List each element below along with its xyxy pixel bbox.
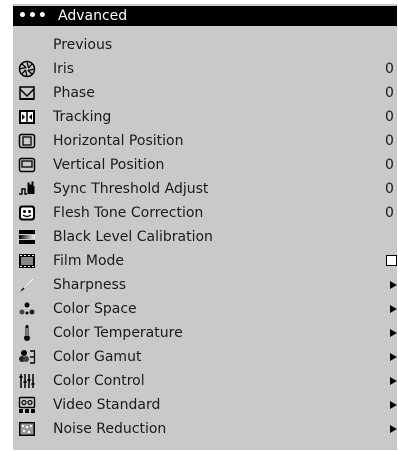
menu-item-flesh-tone-correction[interactable]: Flesh Tone Correction 0 (13, 201, 397, 225)
video-standard-icon (18, 396, 36, 414)
menu-item-value: 0 (385, 181, 394, 197)
color-gamut-icon (18, 348, 36, 366)
flesh-tone-icon (18, 204, 36, 222)
black-level-icon (18, 228, 36, 246)
menu-item-color-temperature[interactable]: Color Temperature (13, 321, 397, 345)
menu-item-noise-reduction[interactable]: Noise Reduction (13, 417, 397, 441)
submenu-arrow-icon (390, 281, 397, 289)
menu-item-label: Black Level Calibration (53, 229, 213, 245)
menu-item-label: Flesh Tone Correction (53, 205, 204, 221)
submenu-arrow-icon (390, 305, 397, 313)
menu-item-previous[interactable]: Previous (13, 33, 397, 57)
menu-item-label: Color Temperature (53, 325, 183, 341)
menu-item-phase[interactable]: Phase 0 (13, 81, 397, 105)
film-mode-checkbox[interactable] (386, 255, 397, 266)
menu-item-horizontal-position[interactable]: Horizontal Position 0 (13, 129, 397, 153)
menu-title: Advanced (58, 8, 128, 24)
menu-item-label: Color Space (53, 301, 137, 317)
horizontal-position-icon (18, 132, 36, 150)
menu-item-vertical-position[interactable]: Vertical Position 0 (13, 153, 397, 177)
menu-item-color-control[interactable]: Color Control (13, 369, 397, 393)
menu-item-iris[interactable]: Iris 0 (13, 57, 397, 81)
menu-item-black-level-calibration[interactable]: Black Level Calibration (13, 225, 397, 249)
noise-reduction-icon (18, 420, 36, 438)
menu-item-label: Vertical Position (53, 157, 165, 173)
vertical-position-icon (18, 156, 36, 174)
sharpness-icon (18, 276, 36, 294)
menu-item-label: Sync Threshold Adjust (53, 181, 209, 197)
menu-item-label: Sharpness (53, 277, 127, 293)
phase-icon (18, 84, 36, 102)
menu-item-sync-threshold-adjust[interactable]: Sync Threshold Adjust 0 (13, 177, 397, 201)
color-temperature-icon (18, 324, 36, 342)
menu-item-video-standard[interactable]: Video Standard (13, 393, 397, 417)
menu-item-tracking[interactable]: Tracking 0 (13, 105, 397, 129)
menu-item-sharpness[interactable]: Sharpness (13, 273, 397, 297)
menu-item-value: 0 (385, 205, 394, 221)
menu-item-label: Noise Reduction (53, 421, 167, 437)
iris-icon (18, 60, 36, 78)
sync-threshold-icon (18, 180, 36, 198)
menu-dots-icon: ••• (18, 8, 48, 24)
menu-item-label: Iris (53, 61, 75, 77)
menu-item-film-mode[interactable]: Film Mode (13, 249, 397, 273)
color-space-icon (18, 300, 36, 318)
menu-item-value: 0 (385, 85, 394, 101)
submenu-arrow-icon (390, 425, 397, 433)
menu-item-color-gamut[interactable]: Color Gamut (13, 345, 397, 369)
menu-item-value: 0 (385, 61, 394, 77)
menu-item-label: Color Control (53, 373, 145, 389)
color-control-icon (18, 372, 36, 390)
film-mode-icon (18, 252, 36, 270)
menu-item-value: 0 (385, 109, 394, 125)
menu-item-label: Tracking (53, 109, 112, 125)
submenu-arrow-icon (390, 329, 397, 337)
menu-item-value: 0 (385, 157, 394, 173)
submenu-arrow-icon (390, 353, 397, 361)
menu-item-value: 0 (385, 133, 394, 149)
submenu-arrow-icon (390, 401, 397, 409)
menu-item-label: Horizontal Position (53, 133, 184, 149)
menu-item-label: Color Gamut (53, 349, 142, 365)
menu-item-label: Video Standard (53, 397, 161, 413)
menu-item-label: Phase (53, 85, 95, 101)
menu-header: ••• Advanced (13, 6, 397, 26)
tracking-icon (18, 108, 36, 126)
menu-item-color-space[interactable]: Color Space (13, 297, 397, 321)
advanced-menu: ••• Advanced Previous Iris 0 Phase 0 Tra… (13, 4, 397, 450)
submenu-arrow-icon (390, 377, 397, 385)
menu-item-label: Previous (53, 37, 113, 53)
menu-item-label: Film Mode (53, 253, 125, 269)
